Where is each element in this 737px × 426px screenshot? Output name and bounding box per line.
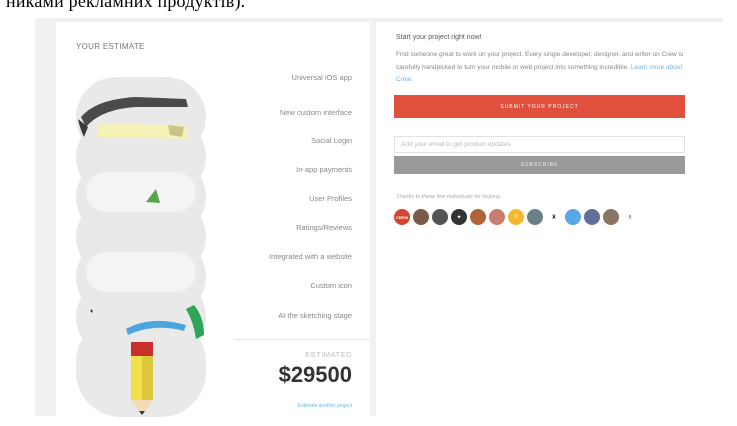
blue-dot-avatar[interactable]	[565, 209, 581, 225]
bottle-avatar[interactable]: ♜	[546, 209, 562, 225]
feature-user-profiles: User Profiles	[309, 194, 352, 203]
feature-sketching-stage: At the sketching stage	[278, 311, 352, 320]
estimate-another-link[interactable]: Estimate another project	[298, 403, 352, 409]
feature-custom-icon: Custom icon	[310, 281, 352, 290]
estimated-label: ESTIMATED	[305, 350, 352, 359]
feature-social-login: Social Login	[311, 136, 352, 145]
smiley-avatar[interactable]: ☺	[508, 209, 524, 225]
submit-project-button[interactable]: SUBMIT YOUR PROJECT	[394, 95, 685, 118]
project-title: Start your project right now!	[396, 34, 482, 41]
symbol-avatar[interactable]: ✦	[451, 209, 467, 225]
project-panel: Start your project right now! Find someo…	[376, 22, 723, 416]
contributor-avatars: CREW ✦ ☺ ♜ ♗	[394, 207, 638, 227]
estimate-panel: YOUR ESTIMATE Universal iOS app New cust…	[56, 22, 370, 417]
subscribe-button[interactable]: SUBSCRIBE	[394, 156, 685, 174]
crew-logo-avatar[interactable]: CREW	[394, 209, 410, 225]
caption-text: никами рекламних продуктів).	[6, 0, 246, 11]
feature-integrated-website: Integrated with a website	[269, 252, 352, 261]
person-avatar-6[interactable]	[603, 209, 619, 225]
feature-ratings-reviews: Ratings/Reviews	[296, 223, 352, 232]
phone-illustration	[76, 77, 206, 417]
person-avatar-2[interactable]	[432, 209, 448, 225]
estimated-price: $29500	[278, 362, 352, 387]
object-avatar[interactable]	[527, 209, 543, 225]
pencil-icon	[131, 342, 153, 415]
feature-in-app-payments: In-app payments	[296, 165, 352, 174]
caption-strip: никами рекламних продуктів).	[0, 0, 737, 14]
person-avatar-1[interactable]	[413, 209, 429, 225]
estimate-divider	[234, 339, 370, 340]
thanks-note: Thanks to these fine individuals for hel…	[396, 194, 502, 200]
person-avatar-3[interactable]	[470, 209, 486, 225]
person-avatar-4[interactable]	[489, 209, 505, 225]
figure-avatar[interactable]: ♗	[622, 209, 638, 225]
feature-new-custom-interface: New custom interface	[279, 108, 352, 117]
feature-universal-ios-app: Universal iOS app	[291, 73, 352, 82]
email-field[interactable]	[394, 136, 685, 153]
person-avatar-5[interactable]	[584, 209, 600, 225]
project-description: Find someone great to work on your proje…	[396, 49, 696, 87]
screenshot: никами рекламних продуктів). YOUR ESTIMA…	[0, 0, 737, 426]
estimate-title: YOUR ESTIMATE	[76, 42, 145, 51]
